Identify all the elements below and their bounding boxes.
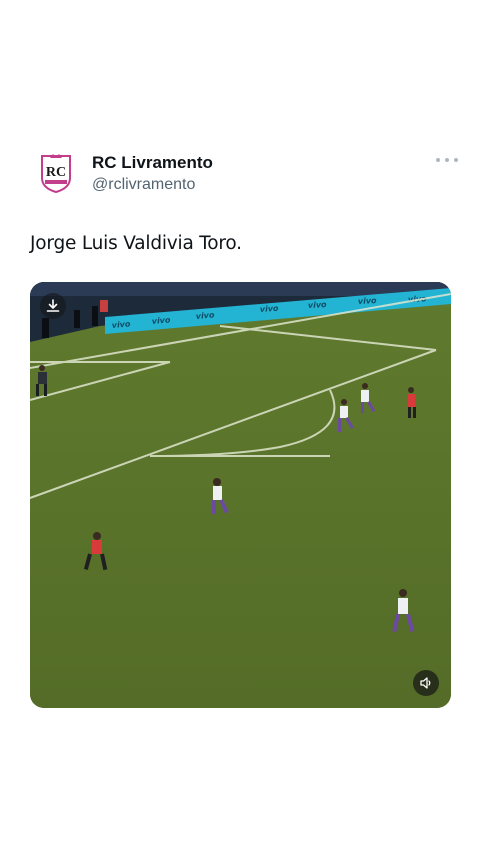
ad-board-label: vivo bbox=[260, 304, 280, 314]
display-name[interactable]: RC Livramento bbox=[92, 152, 213, 174]
account-handle[interactable]: @rclivramento bbox=[92, 174, 213, 196]
more-horizontal-icon[interactable] bbox=[436, 154, 458, 166]
account-name-block[interactable]: RC Livramento @rclivramento bbox=[92, 152, 213, 196]
ad-board-label: vivo bbox=[151, 315, 171, 326]
download-icon[interactable] bbox=[40, 293, 66, 319]
tweet-text: Jorge Luis Valdivia Toro. bbox=[30, 233, 242, 254]
ad-board-label: vivo bbox=[308, 300, 328, 310]
tweet-header: RC RC Livramento @rclivramento bbox=[38, 150, 458, 200]
speaker-icon[interactable] bbox=[413, 670, 439, 696]
svg-text:RC: RC bbox=[46, 165, 66, 180]
ad-board-label: vivo bbox=[111, 319, 131, 330]
ad-board-label: vivo bbox=[195, 310, 215, 321]
avatar[interactable]: RC bbox=[38, 152, 74, 194]
video-frame: vivo vivo vivo vivo vivo vivo vivo bbox=[30, 282, 451, 708]
ad-board-label: vivo bbox=[358, 296, 378, 306]
video-player[interactable]: vivo vivo vivo vivo vivo vivo vivo bbox=[30, 282, 451, 708]
